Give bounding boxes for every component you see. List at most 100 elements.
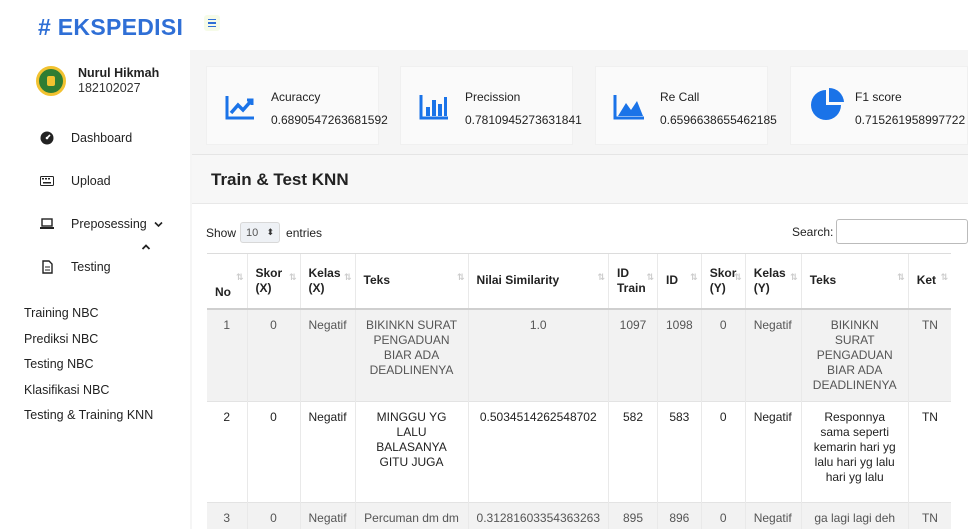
metric-label: Acuraccy [271,90,321,104]
header-ket[interactable]: Ket [907,253,952,310]
sublink-training-nbc[interactable]: Training NBC [24,301,153,327]
cell-skor-x: 0 [246,501,300,529]
topbar [190,0,968,50]
sidebar-item-label: Testing [71,260,111,274]
testing-submenu: Training NBC Prediksi NBC Testing NBC Kl… [24,301,153,429]
main-content: Acuraccy 0.6890547263681592 Precission 0… [190,50,968,529]
header-id[interactable]: ID [657,253,702,310]
keyboard-icon [40,174,54,188]
entries-select[interactable]: 10 ⬍ [240,222,281,243]
sidebar-item-testing[interactable]: Testing [40,260,111,274]
area-chart-icon [612,91,646,123]
table-row: 3 0 Negatif Percuman dm dm 0.31281603354… [207,501,952,529]
cell-id: 896 [657,501,702,529]
sublink-testing-training-knn[interactable]: Testing & Training KNN [24,403,153,429]
metric-value: 0.6596638655462185 [660,113,777,127]
cell-skor-y: 0 [700,400,746,502]
metric-value: 0.7810945273631841 [465,113,582,127]
hamburger-menu-icon[interactable] [204,15,220,31]
sidebar-item-label: Upload [71,174,111,188]
sidebar-item-dashboard[interactable]: Dashboard [40,131,132,145]
user-profile: Nurul Hikmah 182102027 [36,66,159,96]
table-row: 2 0 Negatif MINGGU YG LALU BALASANYA GIT… [207,400,952,502]
cell-teks-x: MINGGU YG LALU BALASANYA GITU JUGA [354,400,469,502]
cell-teks-y: Responnya sama seperti kemarin hari yg l… [800,400,909,502]
show-label: Show [206,225,237,240]
cell-kelas-x: Negatif [299,308,356,401]
sublink-testing-nbc[interactable]: Testing NBC [24,352,153,378]
tachometer-icon [40,131,54,145]
metric-label: F1 score [855,90,902,104]
sidebar-item-label: Preposessing [71,217,147,231]
cell-nilai-similarity: 0.5034514262548702 [467,400,609,502]
cell-no: 1 [207,308,247,401]
cell-teks-y: BIKINKN SURAT PENGADUAN BIAR ADA DEADLIN… [800,308,909,401]
user-id: 182102027 [78,81,141,95]
header-teks-x[interactable]: Teks [354,253,469,310]
cell-nilai-similarity: 0.31281603354363263 [467,501,609,529]
header-skor-y[interactable]: Skor (Y) [700,253,746,310]
header-id-train[interactable]: ID Train [608,253,658,310]
cell-skor-y: 0 [700,501,746,529]
cell-kelas-x: Negatif [299,501,356,529]
cell-skor-y: 0 [700,308,746,401]
metric-value: 0.6890547263681592 [271,113,388,127]
metric-card-f1: F1 score 0.715261958997722 [790,66,968,145]
file-icon [40,260,54,274]
app-brand[interactable]: # EKSPEDISI [38,14,183,41]
sidebar-item-label: Dashboard [71,131,133,145]
cell-teks-x: Percuman dm dm [354,501,469,529]
header-kelas-y[interactable]: Kelas (Y) [744,253,802,310]
sidebar: # EKSPEDISI Nurul Hikmah 182102027 Dashb… [0,0,190,529]
metric-label: Re Call [660,90,700,104]
cell-ket: TN [907,400,952,502]
entries-label: entries [286,225,323,240]
table-header-row: No Skor (X) Kelas (X) Teks Nilai Similar… [207,253,952,310]
cell-kelas-y: Negatif [744,501,802,529]
cell-id: 1098 [657,308,702,401]
chevron-up-icon[interactable] [141,240,151,250]
cell-id: 583 [657,400,702,502]
cell-no: 2 [207,400,247,502]
header-nilai-similarity[interactable]: Nilai Similarity [467,253,609,310]
pie-chart-icon [809,87,844,120]
knn-panel: Train & Test KNN Show 10 ⬍ entries Searc… [192,154,968,529]
metric-card-recall: Re Call 0.6596638655462185 [595,66,777,145]
cell-skor-x: 0 [246,400,300,502]
cell-id-train: 1097 [608,308,658,401]
line-chart-icon [223,91,257,123]
cell-kelas-y: Negatif [744,400,802,502]
cell-ket: TN [907,501,952,529]
entries-control: Show 10 ⬍ entries [206,222,322,243]
cell-teks-x: BIKINKN SURAT PENGADUAN BIAR ADA DEADLIN… [354,308,469,401]
metric-card-accuracy: Acuraccy 0.6890547263681592 [206,66,388,145]
cell-teks-y: ga lagi lagi deh [800,501,909,529]
header-kelas-x[interactable]: Kelas (X) [299,253,356,310]
cell-skor-x: 0 [246,308,300,401]
table-row: 1 0 Negatif BIKINKN SURAT PENGADUAN BIAR… [207,308,952,401]
sublink-prediksi-nbc[interactable]: Prediksi NBC [24,327,153,353]
search-input[interactable] [836,219,968,244]
cell-kelas-x: Negatif [299,400,356,502]
header-teks-y[interactable]: Teks [800,253,909,310]
cell-ket: TN [907,308,952,401]
cell-nilai-similarity: 1.0 [467,308,609,401]
entries-select-value: 10 [246,226,259,239]
select-arrows-icon: ⬍ [266,227,275,237]
panel-title: Train & Test KNN [211,170,349,189]
sidebar-item-preposessing[interactable]: Preposessing [40,217,163,231]
panel-header: Train & Test KNN [192,155,968,204]
header-skor-x[interactable]: Skor (X) [246,253,300,310]
sublink-klasifikasi-nbc[interactable]: Klasifikasi NBC [24,378,153,404]
cell-id-train: 895 [608,501,658,529]
cell-no: 3 [207,501,247,529]
sidebar-item-upload[interactable]: Upload [40,174,111,188]
avatar [36,66,66,96]
metric-card-precision: Precission 0.7810945273631841 [400,66,582,145]
cell-kelas-y: Negatif [744,308,802,401]
bar-chart-icon [417,91,451,123]
knn-results-table: No Skor (X) Kelas (X) Teks Nilai Similar… [207,253,952,529]
user-name: Nurul Hikmah [78,66,160,80]
header-no[interactable]: No [207,253,247,310]
laptop-icon [40,217,54,231]
